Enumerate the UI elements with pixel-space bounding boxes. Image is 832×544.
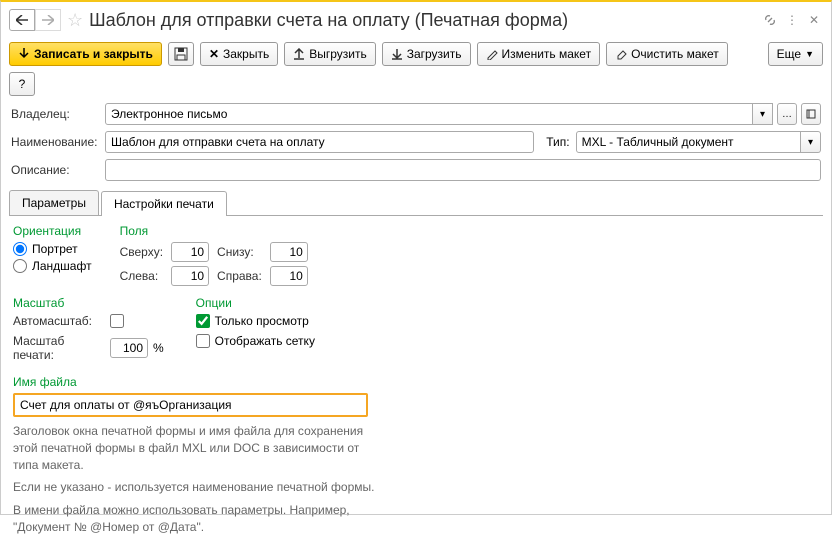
autoscale-checkbox[interactable] (110, 314, 124, 328)
name-label: Наименование: (11, 135, 99, 149)
close-label: Закрыть (223, 47, 269, 61)
bottom-label: Снизу: (217, 245, 262, 259)
portrait-label: Портрет (32, 242, 78, 256)
upload-button[interactable]: Выгрузить (284, 42, 376, 66)
edit-layout-button[interactable]: Изменить макет (477, 42, 601, 66)
options-section: Опции Только просмотр Отображать сетку (196, 296, 315, 365)
chevron-down-icon: ▼ (805, 49, 814, 59)
eraser-icon (615, 48, 627, 60)
save-close-button[interactable]: Записать и закрыть (9, 42, 162, 66)
nav-back-button[interactable] (9, 9, 35, 31)
desc-input[interactable] (105, 159, 821, 181)
close-icon[interactable]: ✕ (805, 11, 823, 29)
bottom-input[interactable] (270, 242, 308, 262)
link-icon[interactable] (761, 11, 779, 29)
download-label: Загрузить (407, 47, 462, 61)
tab-print-settings[interactable]: Настройки печати (101, 191, 227, 216)
help-button[interactable]: ? (9, 72, 35, 96)
help-text-1: Заголовок окна печатной формы и имя файл… (13, 423, 383, 473)
owner-ellipsis-button[interactable]: … (777, 103, 797, 125)
print-scale-input[interactable] (110, 338, 148, 358)
help-text-3: В имени файла можно использовать парамет… (13, 502, 383, 536)
download-button[interactable]: Загрузить (382, 42, 471, 66)
type-input[interactable] (576, 131, 801, 153)
filename-section: Имя файла Заголовок окна печатной формы … (13, 375, 819, 536)
percent-label: % (153, 341, 164, 355)
pencil-icon (486, 48, 498, 60)
favorite-star-icon[interactable]: ☆ (67, 10, 83, 31)
upload-label: Выгрузить (309, 47, 367, 61)
autoscale-label: Автомасштаб: (13, 314, 105, 328)
right-label: Справа: (217, 269, 262, 283)
more-menu-icon[interactable]: ⋮ (783, 11, 801, 29)
more-button[interactable]: Еще ▼ (768, 42, 823, 66)
tab-content-print: Ориентация Портрет Ландшафт Поля Сверху:… (1, 216, 831, 544)
save-button[interactable] (168, 42, 194, 66)
type-label: Тип: (546, 135, 569, 149)
more-label: Еще (777, 47, 801, 61)
toolbar: Записать и закрыть ✕ Закрыть Выгрузить З… (1, 38, 831, 100)
owner-dropdown-button[interactable]: ▾ (753, 103, 773, 125)
filename-input[interactable] (13, 393, 368, 417)
clear-layout-button[interactable]: Очистить макет (606, 42, 728, 66)
options-title: Опции (196, 296, 315, 310)
tabs: Параметры Настройки печати (9, 190, 823, 216)
left-label: Слева: (120, 269, 163, 283)
owner-input[interactable] (105, 103, 753, 125)
grid-label: Отображать сетку (215, 334, 315, 348)
fields-section: Поля Сверху: Снизу: Слева: Справа: (120, 224, 308, 286)
top-label: Сверху: (120, 245, 163, 259)
orientation-title: Ориентация (13, 224, 92, 238)
help-text-2: Если не указано - используется наименова… (13, 479, 383, 496)
orientation-section: Ориентация Портрет Ландшафт (13, 224, 92, 286)
landscape-radio[interactable] (13, 259, 27, 273)
close-button[interactable]: ✕ Закрыть (200, 42, 278, 66)
top-input[interactable] (171, 242, 209, 262)
window-title: Шаблон для отправки счета на оплату (Печ… (89, 10, 757, 31)
x-icon: ✕ (209, 47, 219, 61)
edit-layout-label: Изменить макет (502, 47, 592, 61)
scale-title: Масштаб (13, 296, 164, 310)
type-dropdown-button[interactable]: ▾ (801, 131, 821, 153)
tab-parameters[interactable]: Параметры (9, 190, 99, 215)
owner-open-button[interactable] (801, 103, 821, 125)
upload-icon (293, 48, 305, 60)
readonly-label: Только просмотр (215, 314, 309, 328)
right-input[interactable] (270, 266, 308, 286)
clear-layout-label: Очистить макет (631, 47, 719, 61)
desc-label: Описание: (11, 163, 99, 177)
print-scale-label: Масштаб печати: (13, 334, 105, 362)
name-input[interactable] (105, 131, 534, 153)
save-icon (174, 47, 188, 61)
owner-label: Владелец: (11, 107, 99, 121)
portrait-radio[interactable] (13, 242, 27, 256)
download-icon (391, 48, 403, 60)
titlebar: ☆ Шаблон для отправки счета на оплату (П… (1, 2, 831, 38)
grid-checkbox[interactable] (196, 334, 210, 348)
scale-section: Масштаб Автомасштаб: Масштаб печати: % (13, 296, 164, 365)
landscape-label: Ландшафт (32, 259, 92, 273)
arrow-down-icon (18, 48, 30, 60)
save-close-label: Записать и закрыть (34, 47, 153, 61)
filename-title: Имя файла (13, 375, 819, 389)
nav-forward-button[interactable] (35, 9, 61, 31)
left-input[interactable] (171, 266, 209, 286)
fields-title: Поля (120, 224, 308, 238)
readonly-checkbox[interactable] (196, 314, 210, 328)
